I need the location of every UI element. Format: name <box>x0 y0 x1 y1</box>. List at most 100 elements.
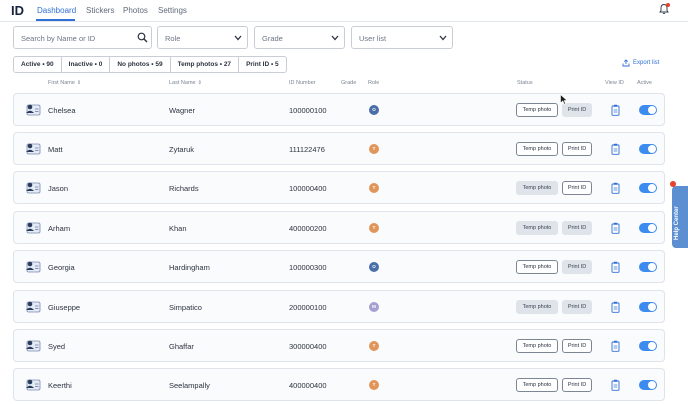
print-id-button[interactable]: Print ID <box>562 221 592 235</box>
user-list-select[interactable]: User list <box>351 26 453 49</box>
id-number-cell: 300000400 <box>289 342 327 351</box>
column-header-label: First Name <box>48 80 75 86</box>
active-toggle[interactable] <box>639 380 657 390</box>
toggle-knob <box>648 184 656 192</box>
column-header-active: Active <box>637 80 652 86</box>
chevron-down-icon <box>439 35 447 41</box>
last-name-cell: Khan <box>169 224 187 233</box>
column-header-label: Last Name <box>169 80 196 86</box>
temp-photo-button[interactable]: Temp photo <box>516 142 558 156</box>
view-id-clipboard-icon[interactable] <box>611 379 620 391</box>
table-row: Jason Richards 100000400 T Temp photo Print I… <box>13 171 665 204</box>
column-header-view-id: View ID <box>605 80 624 86</box>
id-card-avatar-icon <box>26 222 41 234</box>
tab-settings[interactable]: Settings <box>158 6 187 15</box>
role-badge: T <box>369 223 379 233</box>
column-header-grade: Grade <box>341 80 357 86</box>
role-badge: M <box>369 302 379 312</box>
view-id-clipboard-icon[interactable] <box>611 261 620 273</box>
id-number-cell: 100000400 <box>289 184 327 193</box>
chip-inactive[interactable]: Inactive • 0 <box>60 56 111 73</box>
print-id-button[interactable]: Print ID <box>562 103 592 117</box>
active-toggle[interactable] <box>639 183 657 193</box>
column-header-first-name[interactable]: First Name ⇕ <box>48 80 81 86</box>
first-name-cell: Syed <box>48 342 66 351</box>
first-name-cell: Keerthi <box>48 381 72 390</box>
first-name-cell: Giuseppe <box>48 303 81 312</box>
last-name-cell: Richards <box>169 184 199 193</box>
active-toggle[interactable] <box>639 302 657 312</box>
temp-photo-button[interactable]: Temp photo <box>516 260 558 274</box>
id-number-cell: 100000300 <box>289 263 327 272</box>
sort-icon[interactable]: ⇕ <box>198 80 202 86</box>
tab-photos[interactable]: Photos <box>123 6 148 15</box>
temp-photo-button[interactable]: Temp photo <box>516 300 558 314</box>
print-id-button[interactable]: Print ID <box>562 142 592 156</box>
toggle-knob <box>648 224 656 232</box>
column-header-status: Status <box>517 80 533 86</box>
notification-dot <box>666 3 670 7</box>
sort-icon[interactable]: ⇕ <box>77 80 81 86</box>
table-row: Giuseppe Simpatico 200000100 M Temp photo Pri… <box>13 290 665 323</box>
table-row: Matt Zytaruk 111122476 T Temp photo Print ID <box>13 132 665 165</box>
search-icon[interactable] <box>137 32 148 43</box>
temp-photo-button[interactable]: Temp photo <box>516 181 558 195</box>
first-name-cell: Arham <box>48 224 71 233</box>
table-row: Keerthi Seelampally 400000400 T Temp photo Pr… <box>13 368 665 401</box>
id-number-cell: 111122476 <box>289 145 325 154</box>
id-card-avatar-icon <box>26 104 41 116</box>
search-placeholder: Search by Name or ID <box>21 34 96 43</box>
view-id-clipboard-icon[interactable] <box>611 143 620 155</box>
mouse-cursor-icon <box>560 94 568 105</box>
search-input[interactable]: Search by Name or ID <box>13 26 152 49</box>
tab-stickers[interactable]: Stickers <box>86 6 114 15</box>
print-id-button[interactable]: Print ID <box>562 300 592 314</box>
print-id-button[interactable]: Print ID <box>562 260 592 274</box>
app-logo: ID <box>11 3 24 18</box>
print-id-button[interactable]: Print ID <box>562 378 592 392</box>
chip-no-photos[interactable]: No photos • 59 <box>109 56 171 73</box>
active-toggle[interactable] <box>639 341 657 351</box>
active-toggle[interactable] <box>639 223 657 233</box>
column-header-last-name[interactable]: Last Name ⇕ <box>169 80 202 86</box>
chip-active[interactable]: Active • 90 <box>13 56 62 73</box>
toggle-knob <box>648 145 656 153</box>
view-id-clipboard-icon[interactable] <box>611 222 620 234</box>
chip-print-id[interactable]: Print ID • 5 <box>238 56 287 73</box>
id-card-avatar-icon <box>26 261 41 273</box>
view-id-clipboard-icon[interactable] <box>611 301 620 313</box>
id-card-avatar-icon <box>26 340 41 352</box>
view-id-clipboard-icon[interactable] <box>611 182 620 194</box>
print-id-button[interactable]: Print ID <box>562 181 592 195</box>
view-id-clipboard-icon[interactable] <box>611 340 620 352</box>
last-name-cell: Simpatico <box>169 303 202 312</box>
toggle-knob <box>648 263 656 271</box>
first-name-cell: Georgia <box>48 263 75 272</box>
toggle-knob <box>648 342 656 350</box>
grade-select[interactable]: Grade <box>254 26 345 49</box>
role-badge: T <box>369 144 379 154</box>
active-toggle[interactable] <box>639 262 657 272</box>
tab-dashboard[interactable]: Dashboard <box>37 6 76 15</box>
toggle-knob <box>648 303 656 311</box>
role-select[interactable]: Role <box>157 26 248 49</box>
temp-photo-button[interactable]: Temp photo <box>516 378 558 392</box>
help-center-tab[interactable]: Help Center <box>672 186 688 248</box>
column-header-role: Role <box>368 80 380 86</box>
id-number-cell: 400000200 <box>289 224 327 233</box>
active-toggle[interactable] <box>639 144 657 154</box>
first-name-cell: Chelsea <box>48 106 76 115</box>
temp-photo-button[interactable]: Temp photo <box>516 103 558 117</box>
view-id-clipboard-icon[interactable] <box>611 104 620 116</box>
temp-photo-button[interactable]: Temp photo <box>516 221 558 235</box>
status-filter-chips: Active • 90 Inactive • 0 No photos • 59 … <box>13 56 287 73</box>
role-badge: T <box>369 380 379 390</box>
active-toggle[interactable] <box>639 105 657 115</box>
print-id-button[interactable]: Print ID <box>562 339 592 353</box>
id-number-cell: 400000400 <box>289 381 327 390</box>
top-nav: ID Dashboard Stickers Photos Settings <box>0 0 688 22</box>
chevron-down-icon <box>331 35 339 41</box>
chip-temp-photos[interactable]: Temp photos • 27 <box>169 56 240 73</box>
temp-photo-button[interactable]: Temp photo <box>516 339 558 353</box>
last-name-cell: Hardingham <box>169 263 210 272</box>
